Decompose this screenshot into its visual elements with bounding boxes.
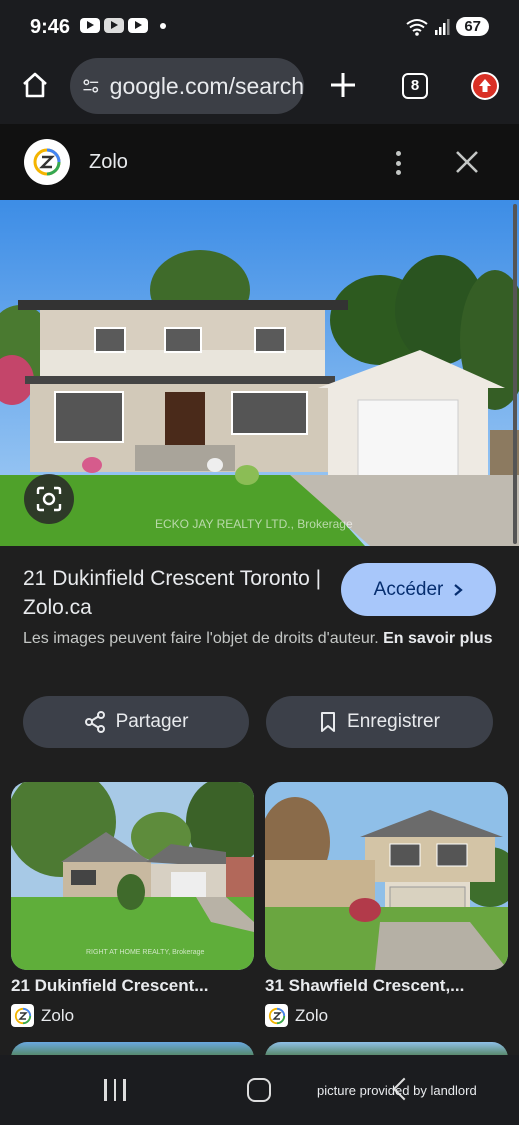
recents-button[interactable]: [104, 1079, 126, 1101]
zolo-logo-icon: [11, 1004, 34, 1027]
signal-icon: [435, 18, 450, 35]
close-icon: [456, 151, 478, 173]
related-result-card[interactable]: 31 Shawfield Crescent,... Zolo: [265, 782, 508, 1027]
address-bar[interactable]: google.com/search: [70, 58, 304, 114]
more-vert-icon: [395, 151, 401, 156]
system-nav-bar: picture provided by landlord: [0, 1055, 519, 1125]
status-bar: 9:46 67: [0, 0, 519, 56]
related-result-source-name: Zolo: [295, 1005, 329, 1025]
home-nav-button[interactable]: [247, 1078, 271, 1102]
home-icon: [23, 72, 47, 98]
sheet-header: Zolo: [0, 124, 519, 200]
chevron-right-icon: [454, 583, 464, 596]
related-result-source-name: Zolo: [41, 1005, 75, 1025]
listing-title[interactable]: 21 Dukinfield Crescent Toronto | Zolo.ca: [23, 564, 323, 622]
related-result-image[interactable]: RIGHT AT HOME REALTY, Brokerage: [11, 782, 254, 970]
related-result-source: Zolo: [11, 1004, 254, 1027]
zolo-logo-icon: [265, 1004, 288, 1027]
scrollbar[interactable]: [513, 204, 517, 544]
new-tab-button[interactable]: [326, 68, 360, 105]
related-result-title[interactable]: 21 Dukinfield Crescent...: [11, 976, 254, 996]
source-name: Zolo: [89, 151, 128, 173]
tab-switcher-button[interactable]: 8: [402, 73, 428, 99]
url-text: google.com/search: [109, 72, 304, 99]
lens-search-button[interactable]: [24, 474, 74, 524]
image-caption: picture provided by landlord: [317, 1083, 477, 1098]
youtube-tv-icon: [104, 18, 124, 33]
save-button[interactable]: Enregistrer: [266, 696, 493, 748]
home-button[interactable]: [18, 68, 52, 102]
thumbnail-watermark: RIGHT AT HOME REALTY, Brokerage: [86, 949, 204, 956]
learn-more-link[interactable]: En savoir plus: [383, 630, 492, 647]
copyright-text: Les images peuvent faire l'objet de droi…: [23, 630, 379, 647]
related-result-title[interactable]: 31 Shawfield Crescent,...: [265, 976, 508, 996]
photo-watermark: ECKO JAY REALTY LTD., Brokerage: [155, 517, 353, 531]
more-notifications-icon: [160, 22, 166, 29]
related-result-source: Zolo: [265, 1004, 508, 1027]
house-photo-thumbnail: RIGHT AT HOME REALTY, Brokerage: [11, 782, 254, 970]
system-icons: 67: [406, 17, 489, 36]
image-detail-sheet: Zolo ECKO JAY REALTY LTD., Brokerage 21 …: [0, 124, 519, 1125]
visit-button[interactable]: Accéder: [341, 563, 496, 616]
share-icon: [84, 711, 105, 733]
zolo-logo-icon: [33, 148, 61, 176]
related-result-image[interactable]: [265, 782, 508, 970]
lens-icon: [36, 486, 62, 512]
house-photo: [0, 200, 519, 546]
update-arrow-icon: [473, 74, 497, 98]
house-photo-thumbnail: [265, 782, 508, 970]
zolo-logo: [24, 139, 70, 185]
recents-icon: [104, 1079, 107, 1101]
listing-photo[interactable]: [0, 200, 519, 546]
plus-icon: [331, 73, 355, 97]
browser-toolbar: google.com/search 8: [0, 56, 519, 120]
site-settings-icon: [83, 79, 99, 93]
related-result-card[interactable]: RIGHT AT HOME REALTY, Brokerage 21 Dukin…: [11, 782, 254, 1027]
save-label: Enregistrer: [347, 711, 440, 732]
wifi-icon: [406, 18, 428, 36]
close-button[interactable]: [454, 149, 480, 175]
share-button[interactable]: Partager: [23, 696, 249, 748]
youtube-icon: [80, 18, 100, 33]
status-time: 9:46: [30, 16, 71, 38]
battery-level: 67: [456, 17, 489, 36]
more-options-button[interactable]: [388, 148, 408, 178]
visit-button-label: Accéder: [373, 578, 444, 600]
update-button[interactable]: [471, 72, 499, 100]
notification-icons: [80, 18, 166, 33]
share-label: Partager: [115, 711, 189, 732]
bookmark-icon: [321, 712, 336, 732]
youtube-icon: [128, 18, 148, 33]
copyright-notice: Les images peuvent faire l'objet de droi…: [23, 627, 493, 650]
